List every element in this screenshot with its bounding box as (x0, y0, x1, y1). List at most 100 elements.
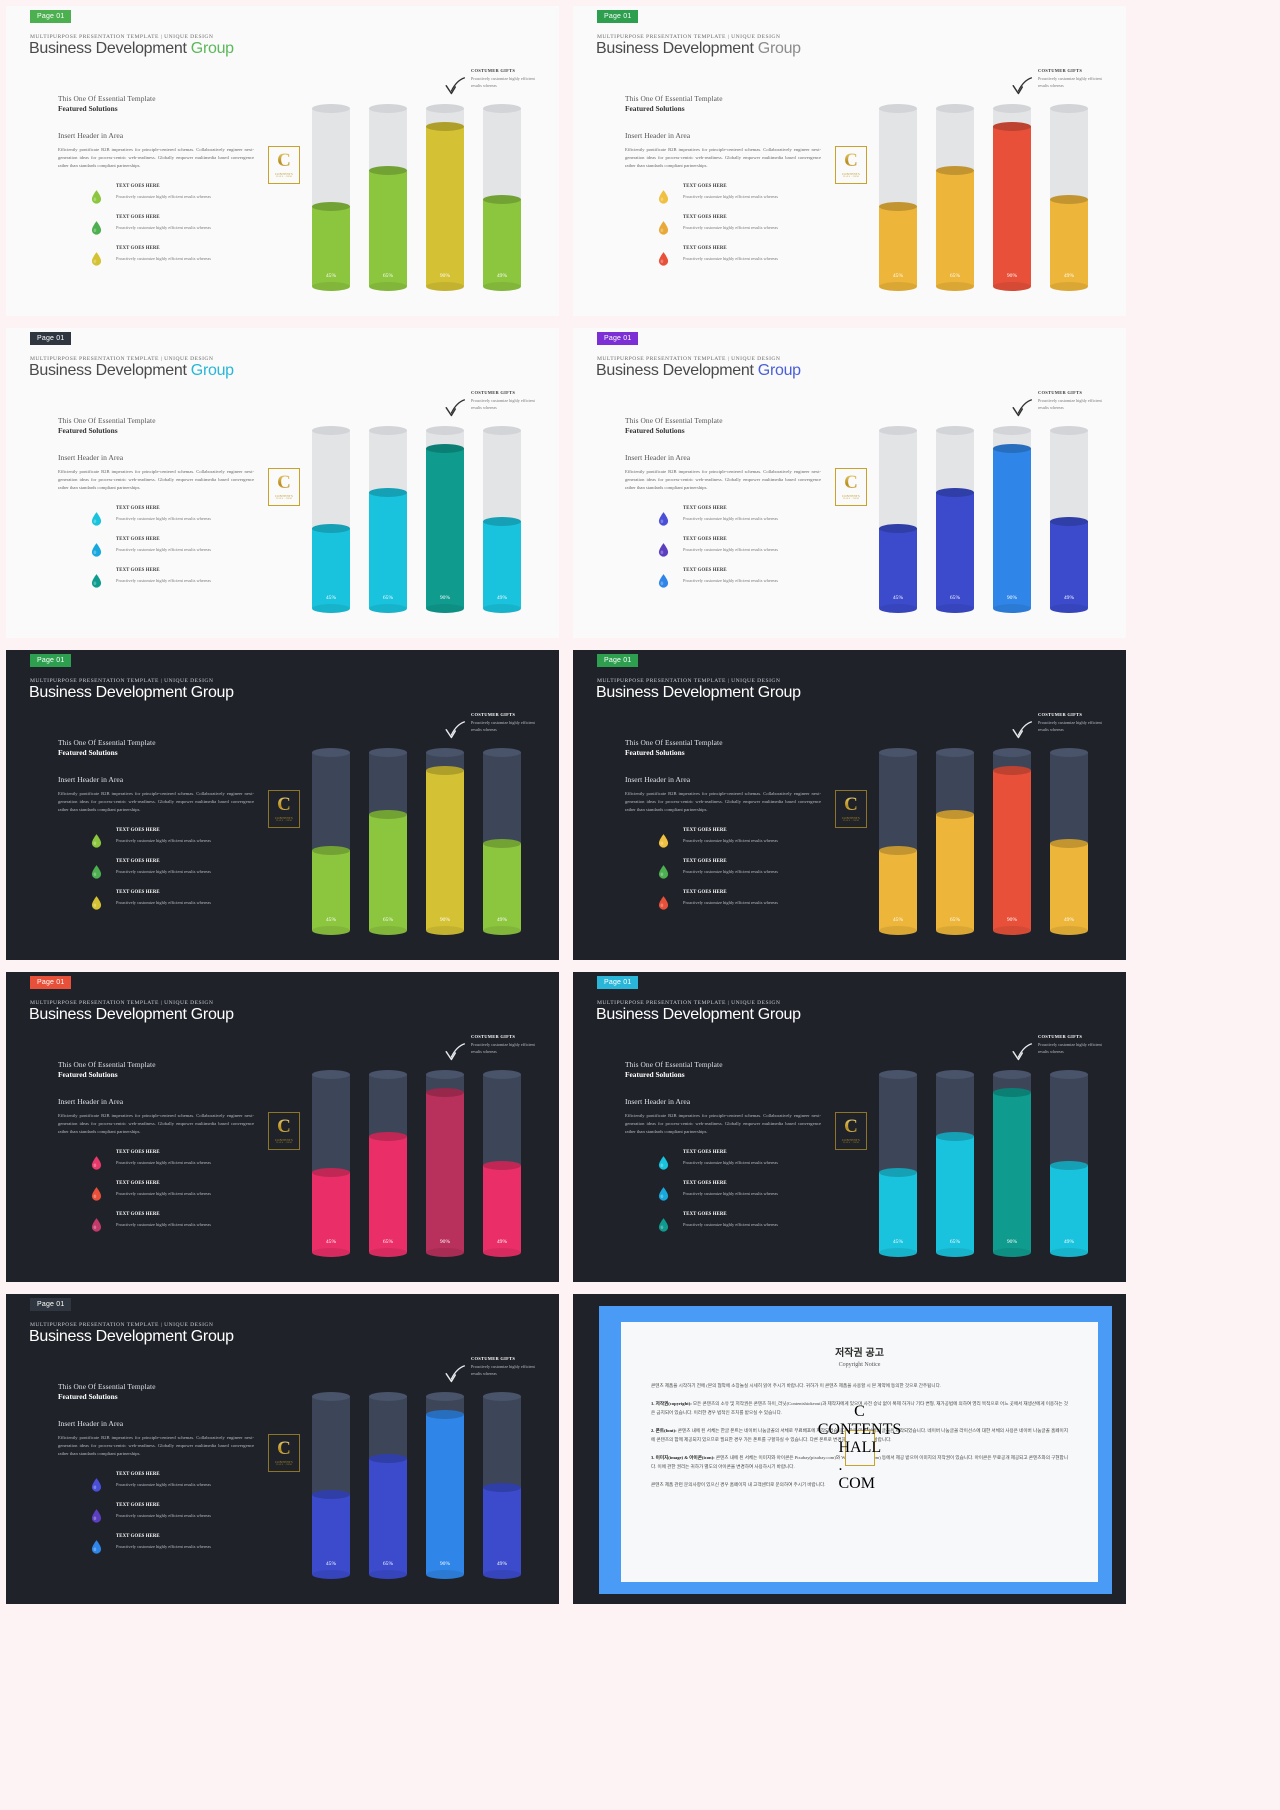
chart-bar[interactable]: 65% (369, 103, 407, 291)
bar-bottom-cap (369, 925, 407, 935)
chart-bar[interactable]: 49% (1050, 747, 1088, 935)
slide-subtitle-1: This One Of Essential Template (625, 94, 723, 103)
chart-bar[interactable]: 90% (993, 747, 1031, 935)
chart-bar[interactable]: 65% (369, 1391, 407, 1579)
legend-item-1[interactable]: TEXT GOES HERE Proactively customize high… (91, 1472, 261, 1503)
legend-item-3[interactable]: TEXT GOES HERE Proactively customize high… (658, 246, 828, 277)
slide-title: Business Development Group (29, 1328, 234, 1345)
slide-4[interactable]: Page 01 MULTIPURPOSE PRESENTATION TEMPLAT… (573, 328, 1126, 638)
legend-item-1[interactable]: TEXT GOES HERE Proactively customize high… (658, 184, 828, 215)
chart-bar[interactable]: 49% (483, 1069, 521, 1257)
bar-track-top-cap (936, 1069, 974, 1079)
legend-item-title: TEXT GOES HERE (683, 568, 727, 573)
chart-bar[interactable]: 49% (483, 103, 521, 291)
legend-item-3[interactable]: TEXT GOES HERE Proactively customize high… (658, 890, 828, 921)
chart-bar[interactable]: 45% (312, 747, 350, 935)
chart-bar[interactable]: 49% (483, 747, 521, 935)
legend-item-1[interactable]: TEXT GOES HERE Proactively customize high… (91, 506, 261, 537)
slide-5[interactable]: Page 01 MULTIPURPOSE PRESENTATION TEMPLAT… (6, 650, 559, 960)
slide-3[interactable]: Page 01 MULTIPURPOSE PRESENTATION TEMPLAT… (6, 328, 559, 638)
legend-list: TEXT GOES HERE Proactively customize high… (658, 184, 828, 277)
chart-bar[interactable]: 65% (936, 425, 974, 613)
legend-item-2[interactable]: TEXT GOES HERE Proactively customize high… (658, 537, 828, 568)
chart-bar[interactable]: 45% (312, 1069, 350, 1257)
chart-bar[interactable]: 65% (369, 747, 407, 935)
chart-bar[interactable]: 90% (993, 425, 1031, 613)
bar-fill-top-cap (936, 809, 974, 819)
page-badge[interactable]: Page 01 (597, 332, 639, 345)
legend-item-2[interactable]: TEXT GOES HERE Proactively customize high… (658, 859, 828, 890)
cylinder-bar-chart: 45% 65% 90% 49% (873, 103, 1113, 294)
page-badge[interactable]: Page 01 (30, 332, 72, 345)
legend-item-1[interactable]: TEXT GOES HERE Proactively customize high… (91, 184, 261, 215)
page-badge[interactable]: Page 01 (30, 10, 72, 23)
chart-bar[interactable]: 45% (312, 425, 350, 613)
chart-bar[interactable]: 49% (483, 425, 521, 613)
legend-item-3[interactable]: TEXT GOES HERE Proactively customize high… (91, 890, 261, 921)
bar-bottom-cap (426, 925, 464, 935)
chart-bar[interactable]: 45% (879, 103, 917, 291)
bar-fill (369, 1131, 407, 1257)
chart-bar[interactable]: 45% (312, 103, 350, 291)
slide-6[interactable]: Page 01 MULTIPURPOSE PRESENTATION TEMPLAT… (573, 650, 1126, 960)
chart-bar[interactable]: 90% (426, 1069, 464, 1257)
legend-item-3[interactable]: TEXT GOES HERE Proactively customize high… (658, 568, 828, 599)
slide-2[interactable]: Page 01 MULTIPURPOSE PRESENTATION TEMPLAT… (573, 6, 1126, 316)
slide-7[interactable]: Page 01 MULTIPURPOSE PRESENTATION TEMPLAT… (6, 972, 559, 1282)
page-badge[interactable]: Page 01 (30, 654, 72, 667)
legend-item-2[interactable]: TEXT GOES HERE Proactively customize high… (91, 859, 261, 890)
legend-item-2[interactable]: TEXT GOES HERE Proactively customize high… (658, 1181, 828, 1212)
legend-item-3[interactable]: TEXT GOES HERE Proactively customize high… (91, 1534, 261, 1565)
chart-bar[interactable]: 65% (936, 747, 974, 935)
legend-item-1[interactable]: TEXT GOES HERE Proactively customize high… (658, 506, 828, 537)
legend-item-2[interactable]: TEXT GOES HERE Proactively customize high… (658, 215, 828, 246)
chart-bar[interactable]: 45% (879, 425, 917, 613)
bar-percent-label: 45% (892, 273, 904, 279)
legend-item-3[interactable]: TEXT GOES HERE Proactively customize high… (91, 568, 261, 599)
legend-item-2[interactable]: TEXT GOES HERE Proactively customize high… (91, 1181, 261, 1212)
slide-8[interactable]: Page 01 MULTIPURPOSE PRESENTATION TEMPLAT… (573, 972, 1126, 1282)
legend-item-2[interactable]: TEXT GOES HERE Proactively customize high… (91, 215, 261, 246)
chart-bar[interactable]: 90% (426, 747, 464, 935)
slide-9[interactable]: Page 01 MULTIPURPOSE PRESENTATION TEMPLAT… (6, 1294, 559, 1604)
bar-percent-label: 65% (949, 273, 961, 279)
chart-bar[interactable]: 49% (1050, 103, 1088, 291)
legend-list: TEXT GOES HERE Proactively customize high… (658, 506, 828, 599)
chart-bar[interactable]: 49% (1050, 425, 1088, 613)
page-badge[interactable]: Page 01 (597, 976, 639, 989)
chart-bar[interactable]: 65% (936, 103, 974, 291)
bar-bottom-cap (1050, 281, 1088, 291)
chart-bar[interactable]: 65% (369, 425, 407, 613)
legend-item-desc: Proactively customize highly efficient r… (116, 1513, 211, 1518)
chart-bar[interactable]: 45% (312, 1391, 350, 1579)
page-badge[interactable]: Page 01 (597, 10, 639, 23)
legend-item-3[interactable]: TEXT GOES HERE Proactively customize high… (91, 246, 261, 277)
legend-item-3[interactable]: TEXT GOES HERE Proactively customize high… (658, 1212, 828, 1243)
chart-bar[interactable]: 65% (936, 1069, 974, 1257)
legend-item-1[interactable]: TEXT GOES HERE Proactively customize high… (91, 1150, 261, 1181)
chart-bar[interactable]: 90% (993, 1069, 1031, 1257)
chart-bar[interactable]: 49% (483, 1391, 521, 1579)
chart-bar[interactable]: 45% (879, 1069, 917, 1257)
legend-item-title: TEXT GOES HERE (683, 506, 727, 511)
legend-item-1[interactable]: TEXT GOES HERE Proactively customize high… (658, 1150, 828, 1181)
legend-item-1[interactable]: TEXT GOES HERE Proactively customize high… (658, 828, 828, 859)
legend-item-2[interactable]: TEXT GOES HERE Proactively customize high… (91, 1503, 261, 1534)
chart-bar[interactable]: 90% (993, 103, 1031, 291)
chart-bar[interactable]: 90% (426, 103, 464, 291)
legend-item-3[interactable]: TEXT GOES HERE Proactively customize high… (91, 1212, 261, 1243)
slide-1[interactable]: Page 01 MULTIPURPOSE PRESENTATION TEMPLAT… (6, 6, 559, 316)
chart-bar[interactable]: 45% (879, 747, 917, 935)
legend-item-title: TEXT GOES HERE (116, 1150, 160, 1155)
slide-subtitle-2: Featured Solutions (625, 426, 685, 435)
chart-bar[interactable]: 90% (426, 1391, 464, 1579)
chart-bar[interactable]: 90% (426, 425, 464, 613)
chart-bar[interactable]: 49% (1050, 1069, 1088, 1257)
legend-item-1[interactable]: TEXT GOES HERE Proactively customize high… (91, 828, 261, 859)
page-badge[interactable]: Page 01 (30, 1298, 72, 1311)
page-badge[interactable]: Page 01 (597, 654, 639, 667)
legend-item-2[interactable]: TEXT GOES HERE Proactively customize high… (91, 537, 261, 568)
chart-bar[interactable]: 65% (369, 1069, 407, 1257)
bar-track-top-cap (483, 103, 521, 113)
page-badge[interactable]: Page 01 (30, 976, 72, 989)
